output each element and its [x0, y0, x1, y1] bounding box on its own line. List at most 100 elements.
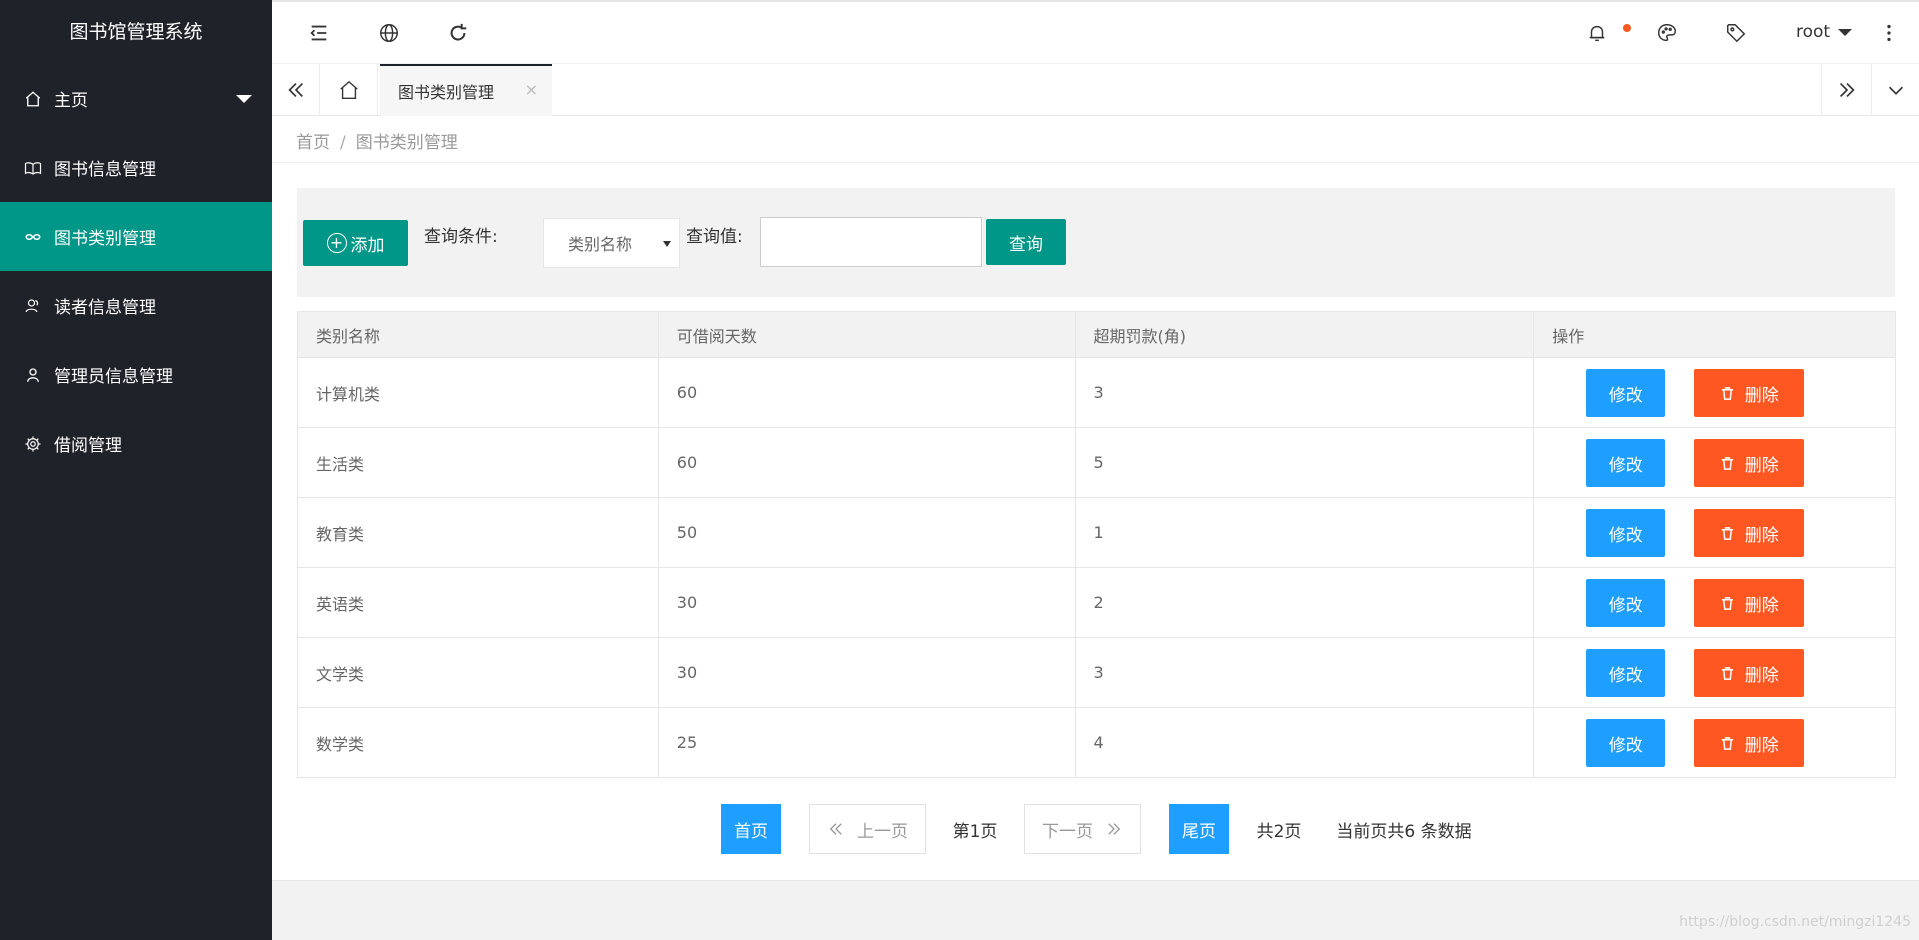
cell-actions: 修改 删除	[1533, 567, 1896, 638]
sidebar-item-reader-info[interactable]: 读者信息管理	[0, 271, 272, 340]
more-vertical-icon[interactable]	[1876, 20, 1902, 46]
tab-home[interactable]	[320, 64, 378, 116]
breadcrumb: 首页 / 图书类别管理	[296, 128, 458, 153]
delete-button[interactable]: 删除	[1694, 649, 1805, 697]
cell-actions: 修改 删除	[1533, 357, 1896, 428]
tabs-scroll-left-button[interactable]	[272, 64, 320, 116]
table-row: 生活类 60 5 修改 删除	[297, 427, 1896, 498]
delete-button[interactable]: 删除	[1694, 439, 1805, 487]
first-page-button[interactable]: 首页	[721, 804, 781, 854]
delete-label: 删除	[1744, 665, 1779, 686]
breadcrumb-separator: /	[340, 133, 346, 153]
gear-icon	[24, 435, 42, 453]
query-button[interactable]: 查询	[986, 219, 1066, 265]
user-menu[interactable]: root	[1796, 22, 1853, 42]
sidebar-item-home[interactable]: 主页	[0, 64, 272, 133]
last-page-button[interactable]: 尾页	[1169, 804, 1229, 854]
sidebar-item-borrow[interactable]: 借阅管理	[0, 409, 272, 478]
palette-icon[interactable]	[1654, 20, 1680, 46]
cell-actions: 修改 删除	[1533, 427, 1896, 498]
close-icon[interactable]: ×	[525, 80, 538, 99]
delete-label: 删除	[1744, 455, 1779, 476]
condition-select[interactable]: 类别名称	[543, 218, 680, 268]
chevron-down-icon	[236, 95, 252, 103]
query-value-input[interactable]	[760, 217, 982, 267]
app-logo-title: 图书馆管理系统	[69, 21, 203, 43]
chevron-down-icon	[1838, 28, 1853, 36]
table-row: 数学类 25 4 修改 删除	[297, 707, 1896, 778]
trash-icon	[1721, 736, 1733, 750]
sidebar-item-book-category[interactable]: 图书类别管理	[0, 202, 272, 271]
cell-fine: 4	[1074, 707, 1535, 778]
menu-collapse-icon[interactable]	[306, 20, 332, 46]
next-page-button[interactable]: 下一页	[1024, 804, 1141, 854]
tabs-menu-button[interactable]	[1871, 64, 1919, 116]
bell-icon[interactable]	[1584, 20, 1610, 46]
prev-page-button[interactable]: 上一页	[809, 804, 926, 854]
table-row: 文学类 30 3 修改 删除	[297, 637, 1896, 708]
cell-fine: 3	[1074, 637, 1535, 708]
sidebar-item-book-info[interactable]: 图书信息管理	[0, 133, 272, 202]
delete-label: 删除	[1744, 595, 1779, 616]
cell-actions: 修改 删除	[1533, 637, 1896, 708]
dropdown-arrow-icon	[663, 241, 671, 247]
edit-button[interactable]: 修改	[1586, 509, 1666, 557]
edit-button[interactable]: 修改	[1586, 579, 1666, 627]
tabs-scroll-right-button[interactable]	[1821, 64, 1871, 116]
delete-button[interactable]: 删除	[1694, 369, 1805, 417]
edit-button[interactable]: 修改	[1586, 439, 1666, 487]
username: root	[1796, 22, 1831, 42]
cell-name: 计算机类	[297, 357, 659, 428]
double-chevron-right-icon	[1108, 823, 1121, 835]
refresh-icon[interactable]	[445, 20, 471, 46]
tab-label: 图书类别管理	[398, 83, 495, 102]
table-header-row: 类别名称 可借阅天数 超期罚款(角) 操作	[297, 311, 1896, 358]
edit-button[interactable]: 修改	[1586, 649, 1666, 697]
delete-label: 删除	[1744, 385, 1779, 406]
breadcrumb-current: 图书类别管理	[355, 133, 458, 153]
sidebar-item-label: 图书类别管理	[54, 229, 156, 249]
cell-actions: 修改 删除	[1533, 497, 1896, 568]
trash-icon	[1721, 596, 1733, 610]
sidebar-item-label: 主页	[54, 91, 88, 111]
cell-fine: 2	[1074, 567, 1535, 638]
column-header: 操作	[1533, 311, 1896, 358]
cell-name: 生活类	[297, 427, 659, 498]
tag-icon[interactable]	[1723, 20, 1749, 46]
cell-fine: 5	[1074, 427, 1535, 498]
table-row: 英语类 30 2 修改 删除	[297, 567, 1896, 638]
delete-button[interactable]: 删除	[1694, 509, 1805, 557]
notification-dot	[1623, 24, 1631, 32]
sidebar-item-label: 读者信息管理	[54, 298, 156, 318]
sidebar-item-label: 借阅管理	[54, 436, 122, 456]
delete-button[interactable]: 删除	[1694, 579, 1805, 627]
cell-days: 30	[657, 637, 1076, 708]
category-table: 类别名称 可借阅天数 超期罚款(角) 操作 计算机类 60 3 修改 删除 生活…	[297, 311, 1896, 778]
sidebar: 图书馆管理系统 主页 图书信息管理 图书类别管理 读者信息管理 管理员信息管理	[0, 0, 272, 940]
edit-button[interactable]: 修改	[1586, 719, 1666, 767]
user-icon	[24, 366, 42, 384]
plus-circle-icon: +	[326, 233, 347, 253]
cell-days: 60	[657, 357, 1076, 428]
watermark-text: https://blog.csdn.net/mingzi1245	[1679, 914, 1911, 930]
double-chevron-left-icon	[287, 82, 303, 98]
add-button-label: 添加	[350, 235, 385, 256]
double-chevron-left-icon	[829, 823, 842, 835]
next-page-label: 下一页	[1042, 821, 1093, 842]
column-header: 类别名称	[297, 311, 659, 358]
home-icon	[24, 90, 42, 108]
edit-button[interactable]: 修改	[1586, 369, 1666, 417]
delete-button[interactable]: 删除	[1694, 719, 1805, 767]
globe-icon[interactable]	[376, 20, 402, 46]
cell-days: 25	[657, 707, 1076, 778]
page-summary-text: 当前页共6 条数据	[1336, 821, 1472, 842]
sidebar-item-admin-info[interactable]: 管理员信息管理	[0, 340, 272, 409]
add-button[interactable]: + 添加	[303, 220, 408, 266]
tab-book-category[interactable]: 图书类别管理 ×	[380, 64, 552, 116]
cell-days: 60	[657, 427, 1076, 498]
footer-area	[272, 880, 1919, 940]
main-content: 首页 / 图书类别管理 + 添加 查询条件: 类别名称 查询值: 查询 类别名称 可…	[272, 116, 1919, 880]
column-header: 超期罚款(角)	[1074, 311, 1535, 358]
breadcrumb-home[interactable]: 首页	[296, 133, 330, 153]
condition-select-value: 类别名称	[568, 235, 633, 254]
